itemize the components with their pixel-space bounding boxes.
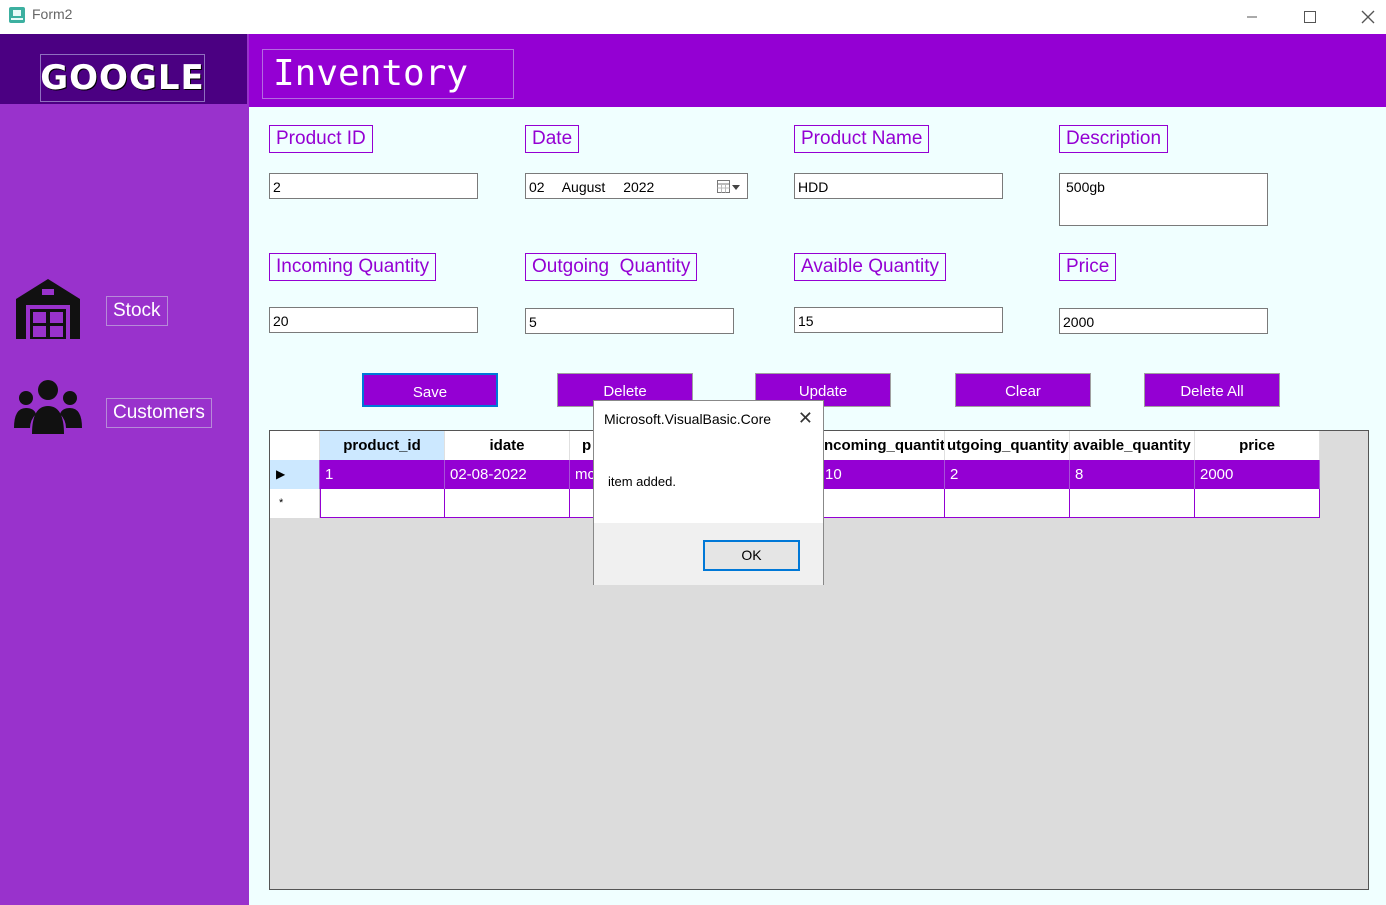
table-cell[interactable]: 1 bbox=[320, 460, 445, 489]
header: Inventory bbox=[249, 34, 1386, 107]
warehouse-icon[interactable] bbox=[14, 277, 82, 339]
minimize-button[interactable] bbox=[1229, 0, 1275, 33]
table-cell[interactable] bbox=[1195, 489, 1320, 518]
close-icon bbox=[1361, 10, 1375, 23]
product-name-field[interactable]: HDD bbox=[794, 173, 1003, 199]
dialog-footer: OK bbox=[594, 523, 823, 585]
table-cell[interactable]: 02-08-2022 bbox=[445, 460, 570, 489]
date-day: 02 bbox=[529, 179, 545, 195]
product-id-field[interactable]: 2 bbox=[269, 173, 478, 199]
column-header-outgoing-quantity[interactable]: utgoing_quantity bbox=[945, 431, 1070, 460]
save-button[interactable]: Save bbox=[362, 373, 498, 407]
table-cell[interactable]: 8 bbox=[1070, 460, 1195, 489]
product-id-label: Product ID bbox=[269, 125, 373, 153]
table-cell[interactable] bbox=[820, 489, 945, 518]
incoming-quantity-label: Incoming Quantity bbox=[269, 253, 437, 281]
maximize-icon bbox=[1304, 10, 1316, 23]
outgoing-quantity-label: Outgoing Quantity bbox=[525, 253, 698, 281]
table-cell[interactable] bbox=[1070, 489, 1195, 518]
dialog-title: Microsoft.VisualBasic.Core bbox=[604, 411, 772, 427]
table-cell[interactable] bbox=[320, 489, 445, 518]
page-title: Inventory bbox=[262, 49, 514, 99]
column-header-incoming-quantity[interactable]: ncoming_quantity bbox=[820, 431, 945, 460]
table-cell[interactable] bbox=[445, 489, 570, 518]
ok-button[interactable]: OK bbox=[703, 540, 800, 571]
window-title: Form2 bbox=[32, 6, 73, 22]
product-name-label: Product Name bbox=[794, 125, 930, 153]
maximize-button[interactable] bbox=[1287, 0, 1333, 33]
row-header-current[interactable]: ▶ bbox=[270, 460, 320, 489]
sidebar-item-customers[interactable]: Customers bbox=[106, 398, 212, 428]
available-quantity-field[interactable]: 15 bbox=[794, 307, 1003, 333]
date-month: August bbox=[561, 179, 606, 195]
calendar-dropdown-icon[interactable] bbox=[717, 180, 741, 194]
row-header-new[interactable]: * bbox=[270, 489, 320, 518]
column-header-price[interactable]: price bbox=[1195, 431, 1320, 460]
users-icon[interactable] bbox=[14, 378, 82, 440]
sidebar-item-stock[interactable]: Stock bbox=[106, 296, 168, 326]
table-cell[interactable]: 2 bbox=[945, 460, 1070, 489]
date-year: 2022 bbox=[623, 179, 655, 195]
grid-corner-header bbox=[270, 431, 320, 460]
close-button[interactable] bbox=[1345, 0, 1386, 33]
app-icon bbox=[9, 7, 25, 23]
price-label: Price bbox=[1059, 253, 1117, 281]
table-cell[interactable] bbox=[945, 489, 1070, 518]
column-header-product-id[interactable]: product_id bbox=[320, 431, 445, 460]
dialog-close-icon[interactable]: ✕ bbox=[798, 408, 813, 429]
clear-button[interactable]: Clear bbox=[955, 373, 1091, 407]
description-label: Description bbox=[1059, 125, 1169, 153]
date-label: Date bbox=[525, 125, 580, 153]
logo-band: GOOGLE bbox=[0, 34, 247, 104]
window-titlebar: Form2 bbox=[0, 0, 1386, 33]
sidebar: GOOGLE Stock Customers bbox=[0, 34, 249, 905]
delete-all-button[interactable]: Delete All bbox=[1144, 373, 1280, 407]
table-cell[interactable]: 10 bbox=[820, 460, 945, 489]
date-picker[interactable]: 02 August 2022 bbox=[525, 173, 748, 199]
outgoing-quantity-field[interactable]: 5 bbox=[525, 308, 734, 334]
table-cell[interactable]: 2000 bbox=[1195, 460, 1320, 489]
available-quantity-label: Avaible Quantity bbox=[794, 253, 947, 281]
dialog-message: item added. bbox=[608, 474, 676, 489]
incoming-quantity-field[interactable]: 20 bbox=[269, 307, 478, 333]
message-dialog: Microsoft.VisualBasic.Core ✕ item added.… bbox=[593, 400, 824, 585]
column-header-idate[interactable]: idate bbox=[445, 431, 570, 460]
description-field[interactable]: 500gb bbox=[1059, 173, 1268, 226]
logo: GOOGLE bbox=[40, 54, 205, 102]
column-header-available-quantity[interactable]: avaible_quantity bbox=[1070, 431, 1195, 460]
price-field[interactable]: 2000 bbox=[1059, 308, 1268, 334]
minimize-icon bbox=[1247, 16, 1257, 17]
